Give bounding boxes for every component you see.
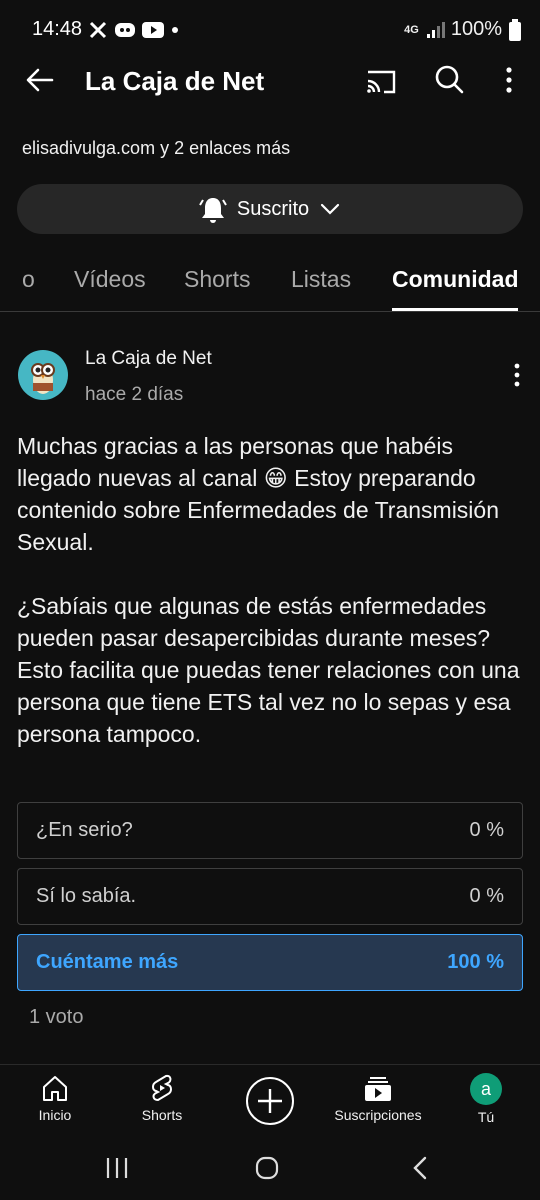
x-app-icon <box>89 21 107 39</box>
channel-links[interactable]: elisadivulga.com y 2 enlaces más <box>22 138 290 159</box>
owl-avatar-image <box>31 363 55 394</box>
tab-lists[interactable]: Listas <box>291 266 351 293</box>
nav-you[interactable]: a Tú <box>431 1073 540 1125</box>
more-vert-icon[interactable] <box>497 64 521 96</box>
youtube-icon <box>142 22 164 38</box>
chevron-down-icon <box>321 203 340 215</box>
status-right: 4G 100% <box>404 18 522 41</box>
poll-option[interactable]: ¿En serio? 0 % <box>17 802 523 859</box>
poll-option-label: Sí lo sabía. <box>36 885 137 907</box>
bottom-nav: Inicio Shorts Suscripciones a Tú <box>0 1064 540 1136</box>
poll-option[interactable]: Sí lo sabía. 0 % <box>17 868 523 925</box>
notification-icons <box>88 20 180 40</box>
poll-option-label: ¿En serio? <box>36 819 133 841</box>
home-icon <box>43 1076 67 1101</box>
create-button[interactable] <box>246 1077 294 1125</box>
post-body: Muchas gracias a las personas que habéis… <box>17 433 520 747</box>
nav-home[interactable]: Inicio <box>0 1073 110 1123</box>
nav-subscriptions-label: Suscripciones <box>334 1107 422 1123</box>
tab-community[interactable]: Comunidad <box>392 266 519 293</box>
network-type: 4G <box>404 23 419 36</box>
user-avatar: a <box>470 1073 502 1105</box>
post-author-name[interactable]: La Caja de Net <box>85 348 212 370</box>
bell-icon <box>199 198 227 223</box>
post-timestamp: hace 2 días <box>85 384 184 405</box>
tab-videos[interactable]: Vídeos <box>74 266 146 293</box>
nav-you-label: Tú <box>477 1109 495 1125</box>
nav-shorts-label: Shorts <box>141 1107 183 1123</box>
subscribed-label: Suscrito <box>236 197 310 220</box>
subscribed-button[interactable]: Suscrito <box>17 184 523 234</box>
channel-title: La Caja de Net <box>85 66 265 96</box>
home-circle-icon[interactable] <box>254 1155 280 1181</box>
search-icon[interactable] <box>432 62 466 96</box>
channel-tabs: o Vídeos Shorts Listas Comunidad <box>0 250 540 312</box>
dot-icon <box>172 27 178 33</box>
poll-vote-count: 1 voto <box>29 1006 84 1028</box>
discord-icon <box>115 23 135 37</box>
nav-shorts[interactable]: Shorts <box>107 1073 217 1123</box>
post-author-avatar[interactable] <box>18 350 68 400</box>
plus-icon <box>258 1089 282 1113</box>
post-more-icon[interactable] <box>508 362 526 390</box>
nav-home-label: Inicio <box>38 1107 72 1123</box>
battery-icon <box>509 18 521 41</box>
poll-option-percent: 100 % <box>447 951 504 973</box>
tab-partial[interactable]: o <box>22 266 35 293</box>
shorts-icon <box>152 1074 172 1102</box>
recent-apps-icon[interactable] <box>104 1156 130 1180</box>
back-arrow-icon[interactable] <box>24 64 56 96</box>
subscriptions-icon <box>365 1077 391 1101</box>
poll-option-label: Cuéntame más <box>36 951 179 973</box>
signal-icon <box>426 21 445 38</box>
nav-subscriptions[interactable]: Suscripciones <box>322 1073 434 1123</box>
app-bar: La Caja de Net <box>0 50 540 110</box>
tab-shorts[interactable]: Shorts <box>184 266 250 293</box>
poll-option-percent: 0 % <box>469 885 504 907</box>
status-time: 14:48 <box>32 18 83 40</box>
system-nav-bar <box>0 1136 540 1200</box>
back-nav-icon[interactable] <box>408 1155 432 1181</box>
poll-option-percent: 0 % <box>469 819 504 841</box>
active-tab-indicator <box>392 308 518 311</box>
poll-option-selected[interactable]: Cuéntame más 100 % <box>17 934 523 991</box>
battery-percent: 100% <box>450 18 502 40</box>
cast-icon[interactable] <box>364 64 398 98</box>
